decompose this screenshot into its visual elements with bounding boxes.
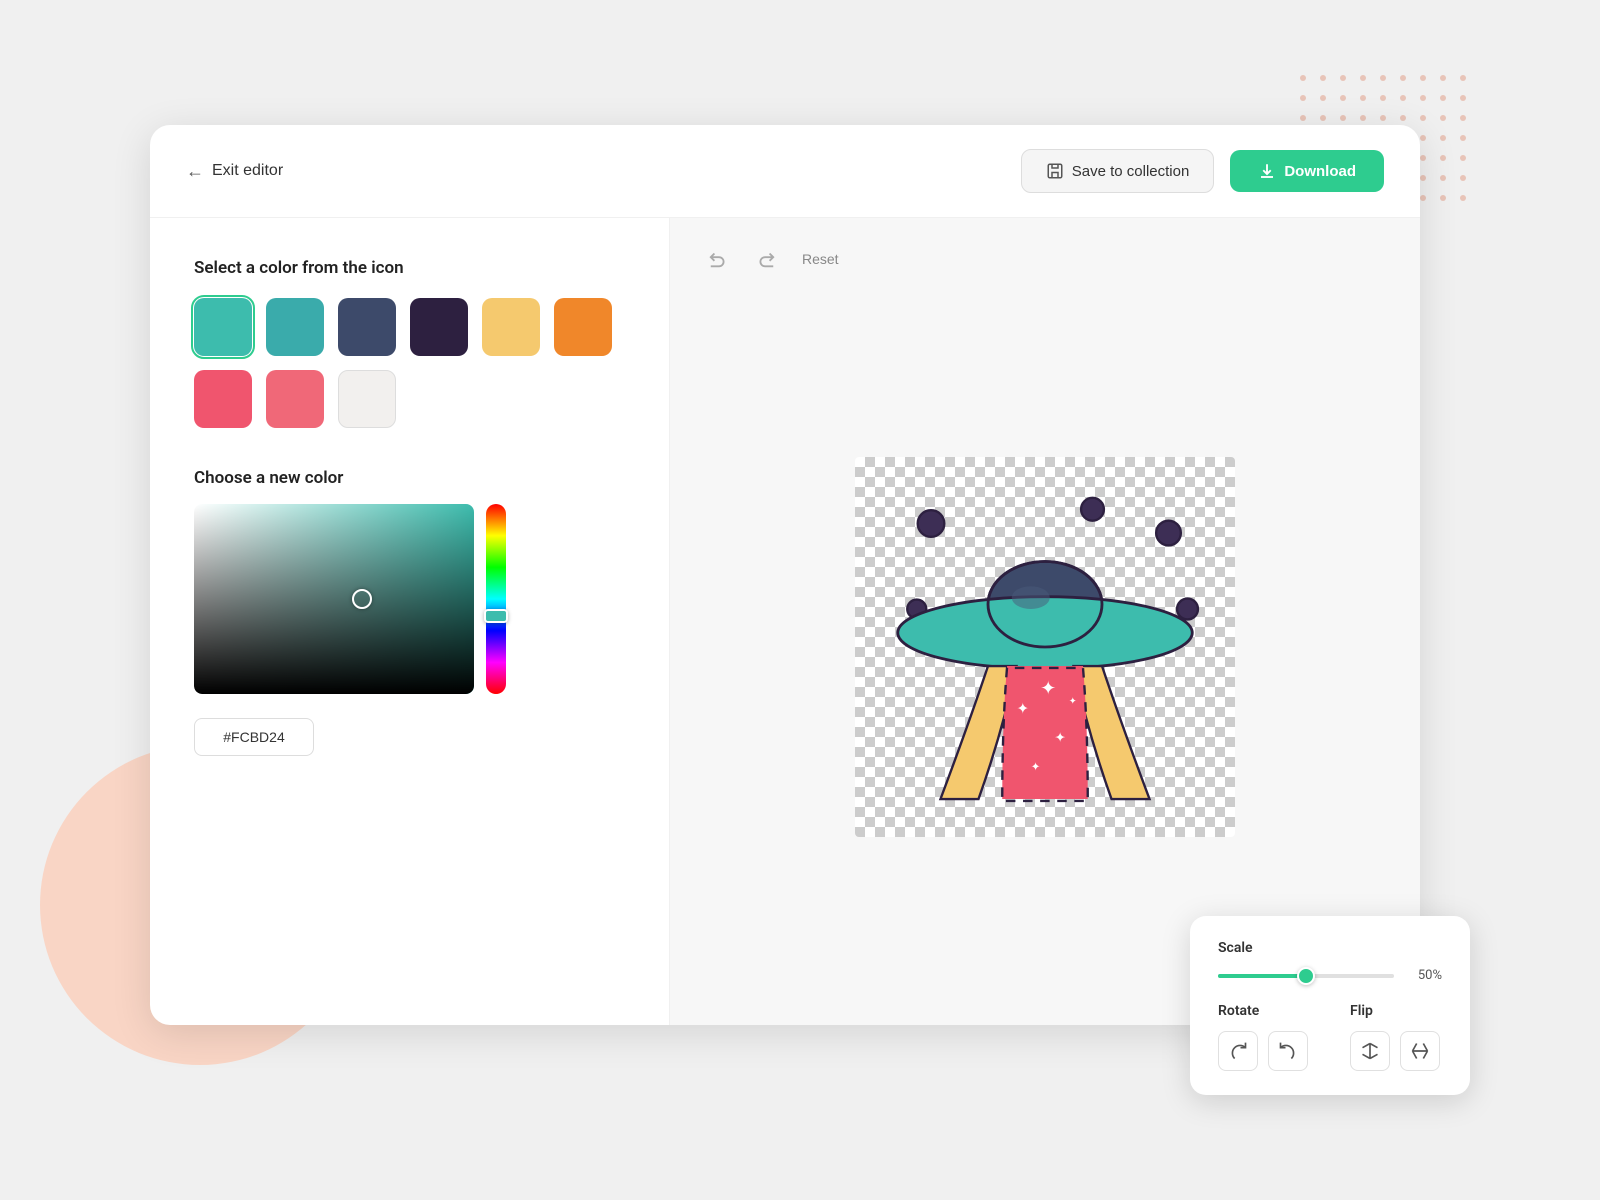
scale-slider-fill — [1218, 974, 1306, 978]
icon-canvas: ✦ ✦ ✦ ✦ ✦ — [855, 457, 1235, 837]
svg-text:✦: ✦ — [1069, 696, 1077, 707]
flip-buttons — [1350, 1031, 1442, 1071]
canvas-area: ✦ ✦ ✦ ✦ ✦ — [702, 292, 1388, 1001]
color-swatch-orange[interactable] — [554, 298, 612, 356]
reset-label: Reset — [802, 251, 839, 267]
svg-text:✦: ✦ — [1017, 699, 1030, 717]
undo-icon — [708, 248, 730, 270]
rotate-clockwise-button[interactable] — [1218, 1031, 1258, 1071]
rotate-flip-row: Rotate — [1218, 1003, 1442, 1071]
color-swatch-teal-selected[interactable] — [194, 298, 252, 356]
color-swatch-dark-purple[interactable] — [410, 298, 468, 356]
exit-editor-button[interactable]: ← Exit editor — [186, 161, 283, 182]
color-select-section: Select a color from the icon — [194, 258, 625, 428]
color-select-title: Select a color from the icon — [194, 258, 625, 278]
ufo-illustration: ✦ ✦ ✦ ✦ ✦ — [855, 457, 1235, 837]
hex-input-wrapper — [194, 718, 474, 756]
color-swatch-white[interactable] — [338, 370, 396, 428]
editor-header: ← Exit editor Save to collection — [150, 125, 1420, 218]
left-panel: Select a color from the icon Cho — [150, 218, 670, 1025]
flip-label: Flip — [1350, 1003, 1442, 1019]
save-collection-button[interactable]: Save to collection — [1021, 149, 1215, 193]
flip-h-icon — [1360, 1041, 1380, 1061]
flip-v-icon — [1410, 1041, 1430, 1061]
header-actions: Save to collection Download — [1021, 149, 1384, 193]
download-label: Download — [1284, 163, 1356, 180]
redo-button[interactable] — [748, 242, 782, 276]
color-picker-wrapper — [194, 504, 625, 756]
svg-text:✦: ✦ — [1031, 759, 1041, 773]
hue-slider[interactable] — [486, 504, 506, 694]
exit-editor-label: Exit editor — [212, 162, 283, 180]
color-swatch-yellow[interactable] — [482, 298, 540, 356]
svg-text:✦: ✦ — [1055, 731, 1066, 746]
rotate-buttons — [1218, 1031, 1310, 1071]
scale-slider-track[interactable] — [1218, 974, 1394, 978]
new-color-section: Choose a new color — [194, 468, 625, 756]
color-swatch-pink[interactable] — [266, 370, 324, 428]
right-panel: Reset — [670, 218, 1420, 1025]
hue-slider-handle[interactable] — [484, 609, 508, 623]
scale-slider-thumb[interactable] — [1297, 967, 1315, 985]
color-swatch-navy[interactable] — [338, 298, 396, 356]
scale-section: Scale 50% — [1218, 940, 1442, 983]
color-picker-handle[interactable] — [352, 589, 372, 609]
color-gradient-picker[interactable] — [194, 504, 474, 694]
rotate-ccw-icon — [1278, 1041, 1298, 1061]
rotate-cw-icon — [1228, 1041, 1248, 1061]
rotate-counterclockwise-button[interactable] — [1268, 1031, 1308, 1071]
color-swatch-teal2[interactable] — [266, 298, 324, 356]
download-icon — [1258, 162, 1276, 180]
scale-label: Scale — [1218, 940, 1442, 956]
controls-panel: Scale 50% Rotate — [1190, 916, 1470, 1095]
save-icon — [1046, 162, 1064, 180]
editor-card: ← Exit editor Save to collection — [150, 125, 1420, 1025]
new-color-title: Choose a new color — [194, 468, 625, 488]
color-swatch-red[interactable] — [194, 370, 252, 428]
svg-text:✦: ✦ — [1040, 676, 1056, 699]
rotate-label: Rotate — [1218, 1003, 1310, 1019]
redo-icon — [754, 248, 776, 270]
flip-horizontal-button[interactable] — [1350, 1031, 1390, 1071]
rotate-section: Rotate — [1218, 1003, 1310, 1071]
color-swatches-grid — [194, 298, 625, 428]
save-collection-label: Save to collection — [1072, 163, 1190, 180]
flip-section: Flip — [1350, 1003, 1442, 1071]
undo-button[interactable] — [702, 242, 736, 276]
reset-button[interactable]: Reset — [794, 247, 847, 271]
scale-value: 50% — [1406, 968, 1442, 983]
back-arrow-icon: ← — [186, 161, 204, 182]
editor-body: Select a color from the icon Cho — [150, 218, 1420, 1025]
download-button[interactable]: Download — [1230, 150, 1384, 192]
flip-vertical-button[interactable] — [1400, 1031, 1440, 1071]
canvas-toolbar: Reset — [702, 242, 1388, 276]
scale-row: 50% — [1218, 968, 1442, 983]
hex-color-input[interactable] — [194, 718, 314, 756]
